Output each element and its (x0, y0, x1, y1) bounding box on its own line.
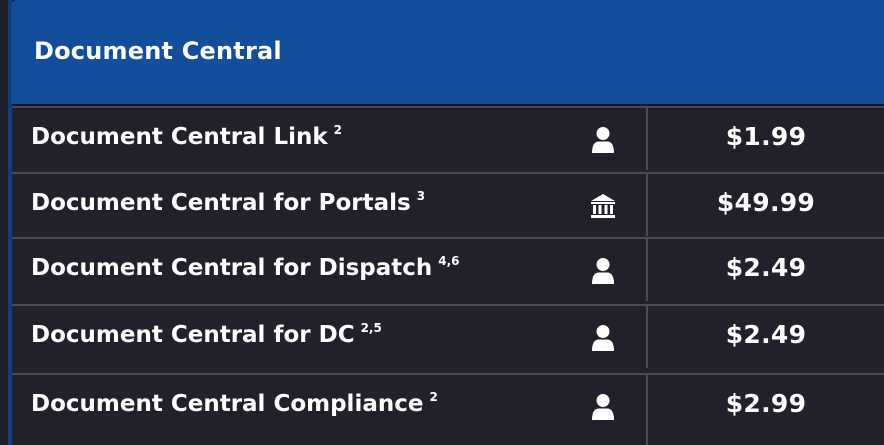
row-label: Document Central for Dispatch 4,6 (31, 254, 460, 281)
user-icon (592, 258, 614, 284)
footnote-marker: 2 (333, 123, 343, 137)
user-icon (592, 325, 614, 351)
footnote-marker: 2,5 (360, 321, 382, 335)
price-value: $2.49 (725, 320, 807, 349)
row-label: Document Central Link 2 (31, 123, 343, 150)
table-row: Document Central for Dispatch 4,6 $2.49 (12, 237, 884, 301)
price-value: $2.99 (725, 389, 807, 418)
table-row: Document Central Link 2 $1.99 (12, 106, 884, 170)
footnote-marker: 2 (429, 390, 438, 404)
table-header: Document Central (11, 0, 884, 104)
bank-icon (591, 194, 615, 218)
footnote-marker: 4,6 (438, 254, 460, 268)
footnote-marker: 3 (416, 189, 426, 203)
user-icon (592, 127, 614, 153)
pricing-table: Document Central Document Central Link 2 … (8, 0, 884, 445)
row-label: Document Central for Portals 3 (31, 189, 426, 216)
table-title: Document Central (34, 37, 282, 65)
table-row: Document Central for Portals 3 $49.99 (12, 172, 884, 236)
table-row: Document Central for DC 2,5 $2.49 (12, 304, 884, 368)
price-value: $2.49 (725, 253, 807, 282)
user-icon (592, 394, 614, 420)
price-value: $1.99 (725, 122, 807, 151)
price-value: $49.99 (716, 188, 816, 217)
table-row: Document Central Compliance 2 $2.99 (12, 373, 884, 445)
row-label: Document Central Compliance 2 (31, 390, 438, 417)
row-label: Document Central for DC 2,5 (31, 321, 382, 348)
